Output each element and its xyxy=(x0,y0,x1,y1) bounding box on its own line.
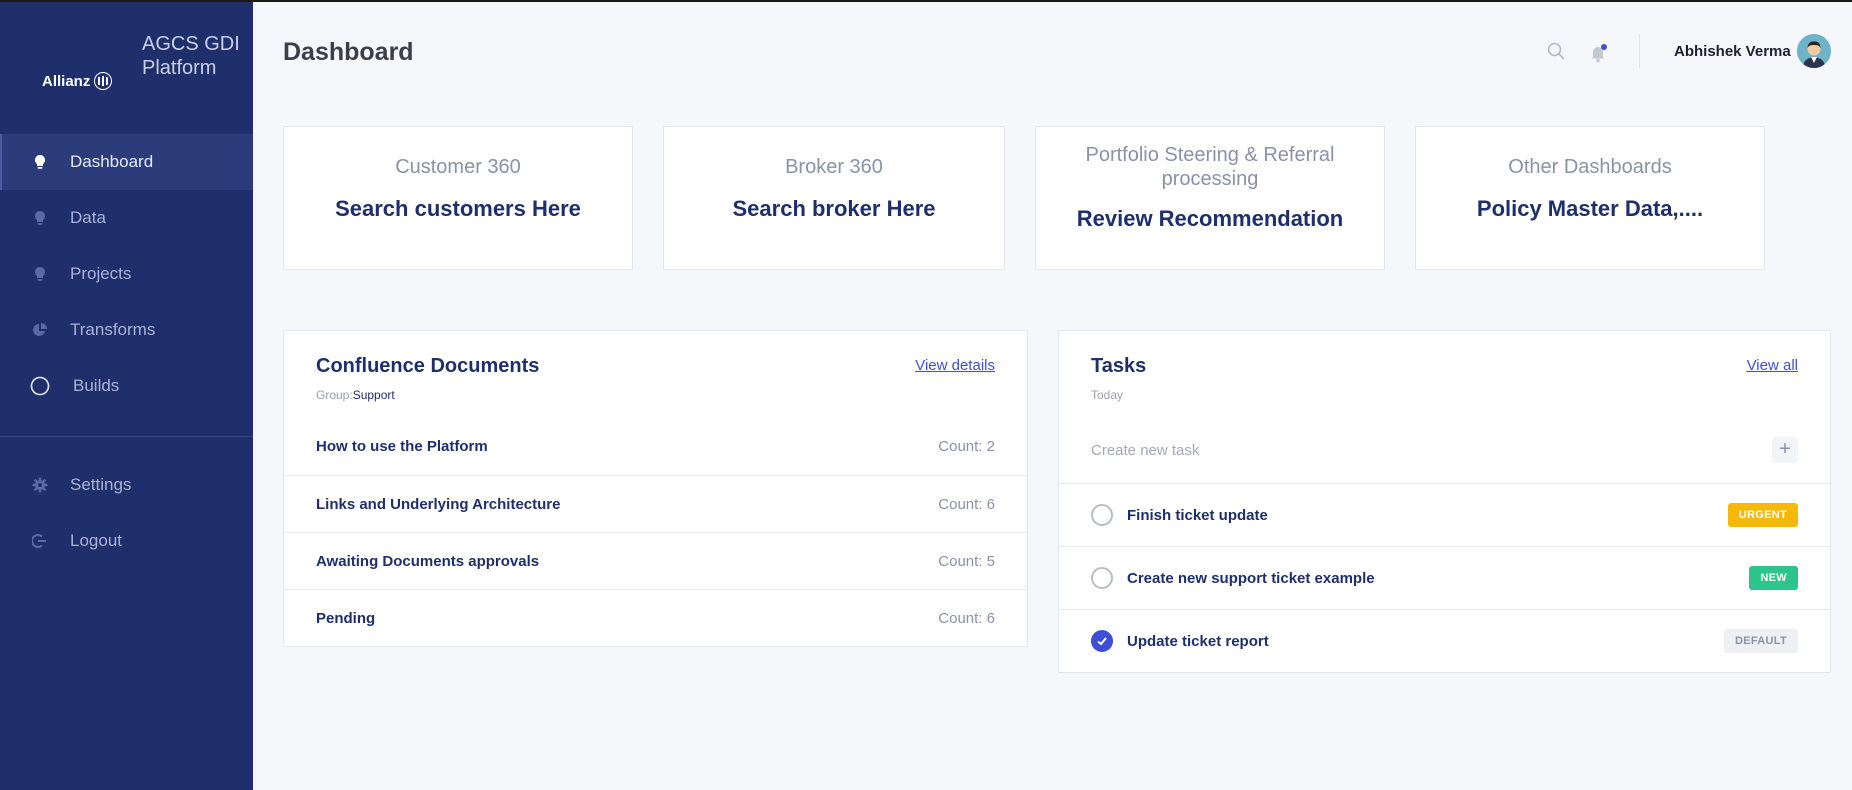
card-subtitle: Review Recommendation xyxy=(1076,206,1344,231)
sidebar-item-label: Data xyxy=(70,208,106,227)
task-name: Create new support ticket example xyxy=(1127,569,1375,587)
sidebar-item-builds[interactable]: Builds xyxy=(0,358,253,414)
tasks-date: Today xyxy=(1091,388,1124,402)
circle-icon xyxy=(30,376,50,396)
task-row[interactable]: Update ticket report DEFAULT xyxy=(1059,609,1830,672)
sidebar-item-label: Dashboard xyxy=(70,152,154,171)
document-name: How to use the Platform xyxy=(316,438,488,455)
sidebar-item-dashboard[interactable]: Dashboard xyxy=(0,134,253,190)
panel-title: Confluence Documents xyxy=(316,355,540,377)
allianz-emblem-icon xyxy=(94,72,113,90)
create-task-input[interactable]: Create new task xyxy=(1091,442,1199,459)
document-count: Count: 5 xyxy=(938,552,995,570)
view-all-link[interactable]: View all xyxy=(1747,357,1798,374)
add-task-button[interactable]: + xyxy=(1772,437,1798,463)
bulb-icon xyxy=(30,208,50,228)
page-title: Dashboard xyxy=(283,38,414,66)
sidebar-item-settings[interactable]: Settings xyxy=(0,457,253,513)
card-title: Customer 360 xyxy=(395,156,521,178)
search-icon[interactable] xyxy=(1546,41,1568,63)
bulb-icon xyxy=(30,264,50,284)
sidebar: Allianz AGCS GDI Platform Dashboard Data… xyxy=(0,2,253,790)
user-name[interactable]: Abhishek Verma xyxy=(1674,43,1791,60)
logout-icon xyxy=(30,531,50,551)
sidebar-item-label: Projects xyxy=(70,264,132,283)
status-badge: DEFAULT xyxy=(1723,629,1798,653)
list-item[interactable]: How to use the Platform Count: 2 xyxy=(284,418,1027,475)
task-checkbox[interactable] xyxy=(1091,567,1113,589)
status-badge: NEW xyxy=(1749,566,1798,590)
card-title: Broker 360 xyxy=(785,156,883,178)
avatar[interactable] xyxy=(1797,34,1831,68)
document-count: Count: 2 xyxy=(938,438,995,455)
card-other-dashboards[interactable]: Other Dashboards Policy Master Data,.... xyxy=(1415,126,1765,270)
card-title: Portfolio Steering & Referral processing xyxy=(1085,144,1335,190)
card-portfolio-steering[interactable]: Portfolio Steering & Referral processing… xyxy=(1035,126,1385,270)
card-title: Other Dashboards xyxy=(1508,156,1672,178)
sidebar-item-label: Settings xyxy=(70,475,132,494)
sidebar-item-label: Logout xyxy=(70,531,122,550)
allianz-logo[interactable]: Allianz xyxy=(42,72,113,90)
list-item[interactable]: Links and Underlying Architecture Count:… xyxy=(284,475,1027,532)
brand-title: AGCS GDI Platform xyxy=(142,33,240,79)
group-value: Support xyxy=(352,388,395,402)
tasks-panel: Tasks Today View all Create new task + F… xyxy=(1058,330,1831,673)
notification-bell-icon[interactable] xyxy=(1588,42,1610,64)
sidebar-item-data[interactable]: Data xyxy=(0,190,253,246)
document-name: Pending xyxy=(316,609,376,627)
card-subtitle: Policy Master Data,.... xyxy=(1476,196,1704,221)
document-name: Awaiting Documents approvals xyxy=(316,552,540,570)
list-item[interactable]: Awaiting Documents approvals Count: 5 xyxy=(284,532,1027,589)
document-count: Count: 6 xyxy=(938,495,995,513)
bulb-icon xyxy=(30,152,50,172)
sidebar-item-label: Builds xyxy=(73,376,120,395)
header-divider xyxy=(1639,34,1640,68)
card-broker-360[interactable]: Broker 360 Search broker Here xyxy=(663,126,1005,270)
window-top-border xyxy=(0,0,1852,2)
status-badge: URGENT xyxy=(1727,503,1798,527)
task-row[interactable]: Create new support ticket example NEW xyxy=(1059,546,1830,609)
task-name: Update ticket report xyxy=(1127,632,1269,650)
group-label-text: Group: xyxy=(316,388,353,402)
sidebar-item-logout[interactable]: Logout xyxy=(0,513,253,569)
card-subtitle: Search broker Here xyxy=(732,196,936,221)
sidebar-divider xyxy=(0,436,253,437)
task-checkbox-checked[interactable] xyxy=(1091,630,1113,652)
task-row[interactable]: Finish ticket update URGENT xyxy=(1059,483,1830,546)
brand: Allianz AGCS GDI Platform xyxy=(0,2,253,134)
list-item[interactable]: Pending Count: 6 xyxy=(284,589,1027,646)
sidebar-item-label: Transforms xyxy=(70,320,156,339)
pie-chart-icon xyxy=(30,320,50,340)
card-customer-360[interactable]: Customer 360 Search customers Here xyxy=(283,126,633,270)
document-name: Links and Underlying Architecture xyxy=(316,495,561,513)
sidebar-nav: Dashboard Data Projects Transforms Build… xyxy=(0,134,253,569)
brand-logo-text: Allianz xyxy=(42,72,91,90)
card-subtitle: Search customers Here xyxy=(335,196,581,221)
document-count: Count: 6 xyxy=(938,609,995,627)
sidebar-item-projects[interactable]: Projects xyxy=(0,246,253,302)
task-checkbox[interactable] xyxy=(1091,504,1113,526)
group-label: Group:Support xyxy=(316,388,395,402)
view-details-link[interactable]: View details xyxy=(915,357,995,374)
panel-title: Tasks xyxy=(1091,355,1147,377)
check-icon xyxy=(1097,637,1107,646)
gear-icon xyxy=(30,475,50,495)
sidebar-item-transforms[interactable]: Transforms xyxy=(0,302,253,358)
documents-panel: Confluence Documents Group:Support View … xyxy=(283,330,1028,647)
task-name: Finish ticket update xyxy=(1127,506,1268,524)
